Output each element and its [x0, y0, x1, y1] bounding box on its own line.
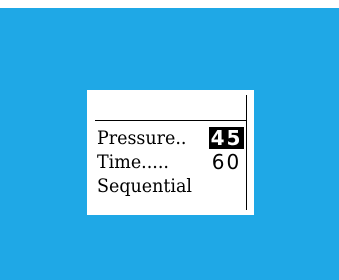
mode-label: Sequential: [97, 175, 193, 197]
time-label: Time.....: [97, 151, 169, 173]
lcd-display: Pressure.. 45 Time..... 60 Sequential: [87, 90, 254, 215]
lcd-right-divider: [246, 95, 247, 210]
lcd-top-divider: [95, 120, 247, 121]
time-value[interactable]: 60: [209, 151, 244, 173]
pressure-value[interactable]: 45: [209, 127, 244, 149]
device-screen: Pressure.. 45 Time..... 60 Sequential: [0, 8, 339, 280]
pressure-label: Pressure..: [97, 127, 187, 149]
